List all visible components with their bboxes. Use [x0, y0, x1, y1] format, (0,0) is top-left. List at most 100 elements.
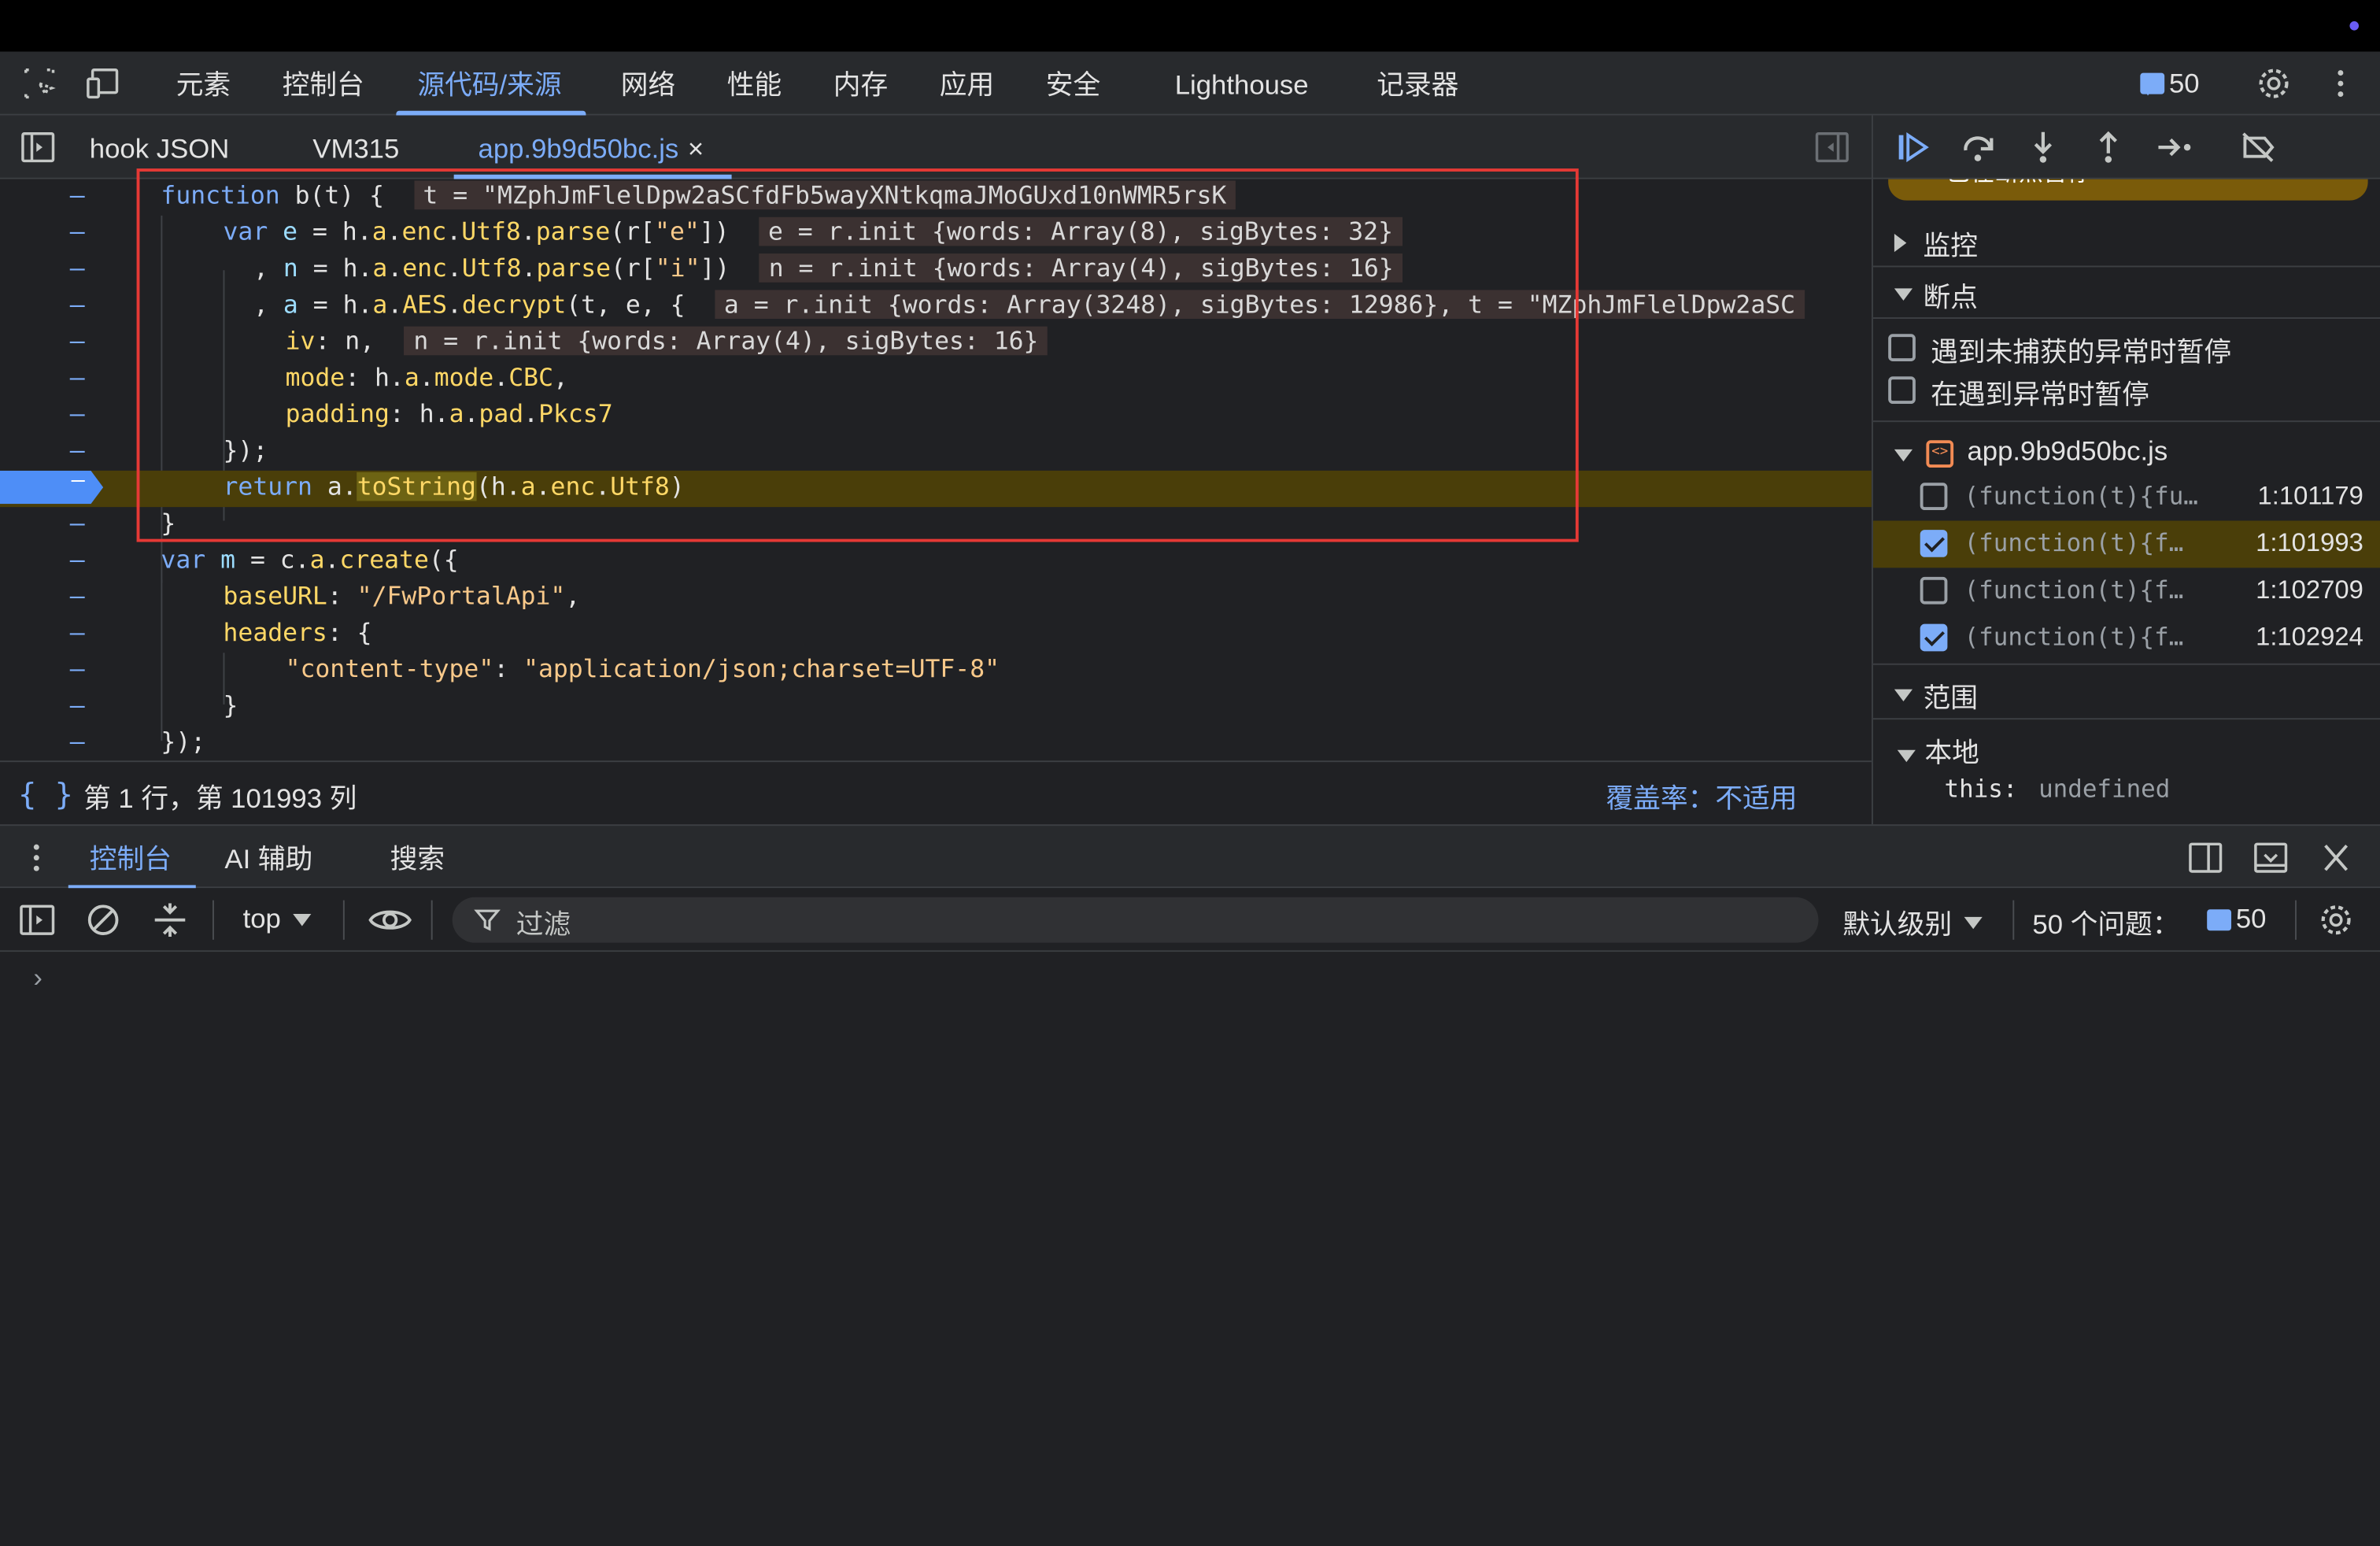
base-url-string: "/FwPortalApi" — [357, 581, 566, 611]
pause-uncaught-option[interactable]: 遇到未捕获的异常时暂停 — [1873, 328, 2380, 371]
console-output[interactable] — [0, 952, 2380, 1546]
tab-console[interactable]: 控制台 — [283, 52, 364, 116]
tab-elements[interactable]: 元素 — [176, 52, 231, 116]
breakpoint-file-group[interactable]: <> app.9b9d50bc.js — [1873, 428, 2380, 477]
script-file-icon: <> — [1926, 440, 1954, 468]
drawer-tab-ai-assist[interactable]: AI 辅助 — [224, 826, 312, 890]
paused-banner: 已在断点暂停 — [1888, 179, 2368, 201]
collapse-arrow-icon — [1894, 689, 1913, 702]
code-line: –} — [69, 690, 238, 720]
code-editor[interactable]: – function b(t) { t = "MZphJmFlelDpw2aSCf… — [0, 179, 1872, 761]
console-prompt[interactable]: › — [33, 963, 42, 995]
code-line: – function b(t) { t = "MZphJmFlelDpw2aSCf… — [0, 179, 1872, 216]
chevron-down-icon — [1964, 916, 1983, 930]
deactivate-breakpoints-icon[interactable] — [2239, 129, 2278, 165]
breakpoint-marker[interactable]: – — [0, 470, 104, 505]
file-tab-app-js[interactable]: app.9b9d50bc.js × — [453, 116, 731, 179]
dock-side-icon[interactable] — [2186, 840, 2225, 876]
collapse-arrow-icon — [1894, 288, 1913, 301]
checkbox[interactable] — [1888, 376, 1916, 405]
keyword-function: function — [161, 180, 280, 210]
file-tab-vm315[interactable]: VM315 — [312, 116, 399, 179]
collapse-groups-icon[interactable] — [150, 902, 190, 938]
tab-application[interactable]: 应用 — [940, 52, 994, 116]
scope-this-entry[interactable]: this: undefined — [1873, 771, 2380, 814]
code-line: –, a = h.a.AES.decrypt(t, e, { a = r.ini… — [0, 288, 1872, 324]
step-out-icon[interactable] — [2089, 129, 2128, 165]
file-tab-hook-json[interactable]: hook JSON — [90, 116, 230, 179]
window-top-strip — [0, 0, 2380, 52]
code-line: – var m = c.a.create({ — [69, 545, 459, 575]
settings-gear-icon[interactable] — [2256, 65, 2292, 102]
function-signature: b(t) { — [279, 180, 385, 210]
close-drawer-icon[interactable] — [2316, 840, 2356, 876]
drawer-tab-bar: 控制台 AI 辅助 搜索 — [0, 824, 2380, 890]
minimize-drawer-icon[interactable] — [2251, 840, 2290, 876]
resume-icon[interactable] — [1894, 129, 1934, 165]
step-into-icon[interactable] — [2023, 129, 2063, 165]
issues-label: 50 个问题： — [2032, 909, 2180, 940]
breakpoint-item[interactable]: (function(t){f… 1:102924 — [1872, 615, 2380, 665]
issues-badge[interactable]: 50 — [2140, 67, 2200, 100]
checkbox[interactable] — [1888, 334, 1916, 362]
header-key: "content-type" — [285, 654, 494, 683]
message-icon — [2207, 908, 2232, 930]
breakpoint-item[interactable]: (function(t){f… 1:101993 — [1872, 520, 2380, 568]
breakpoints-section-header[interactable]: 断点 — [1872, 267, 2380, 320]
toolbar-separator — [2295, 900, 2297, 940]
inline-value-n: n = r.init {words: Array(4), sigBytes: 1… — [759, 253, 1403, 283]
inline-value-t: t = "MZphJmFlelDpw2aSCfdFb5wayXNtkqmaJMo… — [413, 181, 1236, 210]
drawer-menu-icon[interactable] — [21, 840, 52, 876]
tab-security[interactable]: 安全 — [1046, 52, 1100, 116]
console-issues-badge[interactable]: 50 — [2207, 904, 2266, 936]
tab-performance[interactable]: 性能 — [727, 52, 782, 116]
toolbar-separator — [342, 900, 345, 940]
live-expression-eye-icon[interactable] — [368, 902, 413, 938]
tab-network[interactable]: 网络 — [621, 52, 675, 116]
tab-memory[interactable]: 内存 — [833, 52, 888, 116]
toolbar-separator — [213, 900, 214, 940]
device-toolbar-icon[interactable] — [85, 65, 121, 102]
code-line: –}); — [69, 435, 268, 465]
code-line: – baseURL: "/FwPortalApi", — [69, 581, 581, 611]
close-icon[interactable]: × — [688, 134, 704, 165]
toolbar-separator — [2012, 900, 2015, 940]
message-icon — [2140, 72, 2165, 96]
debugger-sidebar: 已在断点暂停 监控 断点 遇到未捕获的异常时暂停 在遇到异常时暂停 <>app.… — [1871, 179, 2380, 825]
collapse-arrow-icon — [1894, 449, 1913, 462]
watch-section-header[interactable]: 监控 — [1872, 216, 2380, 268]
tab-sources[interactable]: 源代码/来源 — [396, 52, 586, 116]
drawer-tab-search[interactable]: 搜索 — [390, 826, 445, 890]
code-line: – var e = h.a.enc.Utf8.parse(r["e"]) e = … — [0, 216, 1872, 252]
tab-lighthouse[interactable]: Lighthouse — [1175, 52, 1309, 116]
checkbox[interactable] — [1920, 623, 1948, 652]
log-level-dropdown[interactable]: 默认级别 — [1842, 904, 1983, 943]
console-filter-input[interactable]: 过滤 — [452, 897, 1819, 943]
coverage-status[interactable]: 覆盖率：不适用 — [1606, 777, 1797, 816]
console-sidebar-icon[interactable] — [18, 902, 57, 938]
checkbox[interactable] — [1920, 530, 1948, 557]
more-menu-icon[interactable] — [2323, 65, 2359, 102]
checkbox[interactable] — [1920, 576, 1948, 605]
breakpoint-item[interactable]: (function(t){f… 1:102709 — [1873, 568, 2380, 615]
code-line: – mode: h.a.mode.CBC, — [69, 362, 568, 392]
pretty-print-icon[interactable]: { } — [18, 776, 73, 812]
toggle-debugger-icon[interactable] — [1813, 129, 1852, 165]
scope-local-header[interactable]: 本地 — [1873, 729, 2380, 771]
expand-arrow-icon — [1894, 234, 1907, 253]
step-icon[interactable] — [2156, 129, 2195, 165]
code-line: – headers: { — [69, 617, 372, 647]
context-selector[interactable]: top — [243, 904, 312, 936]
breakpoint-item[interactable]: (function(t){fu… 1:101179 — [1873, 474, 2380, 521]
console-settings-gear-icon[interactable] — [2316, 902, 2356, 938]
inspect-element-icon[interactable] — [21, 65, 57, 102]
source-file-tabs: hook JSON VM315 app.9b9d50bc.js × — [0, 115, 1872, 179]
scope-section-header[interactable]: 范围 — [1872, 668, 2380, 720]
toggle-navigator-icon[interactable] — [18, 129, 57, 165]
step-over-icon[interactable] — [1958, 129, 1998, 165]
tab-recorder[interactable]: 记录器 — [1377, 52, 1458, 116]
checkbox[interactable] — [1920, 483, 1948, 511]
drawer-tab-console[interactable]: 控制台 — [68, 826, 196, 890]
pause-caught-option[interactable]: 在遇到异常时暂停 — [1872, 371, 2380, 423]
clear-console-icon[interactable] — [83, 902, 123, 938]
